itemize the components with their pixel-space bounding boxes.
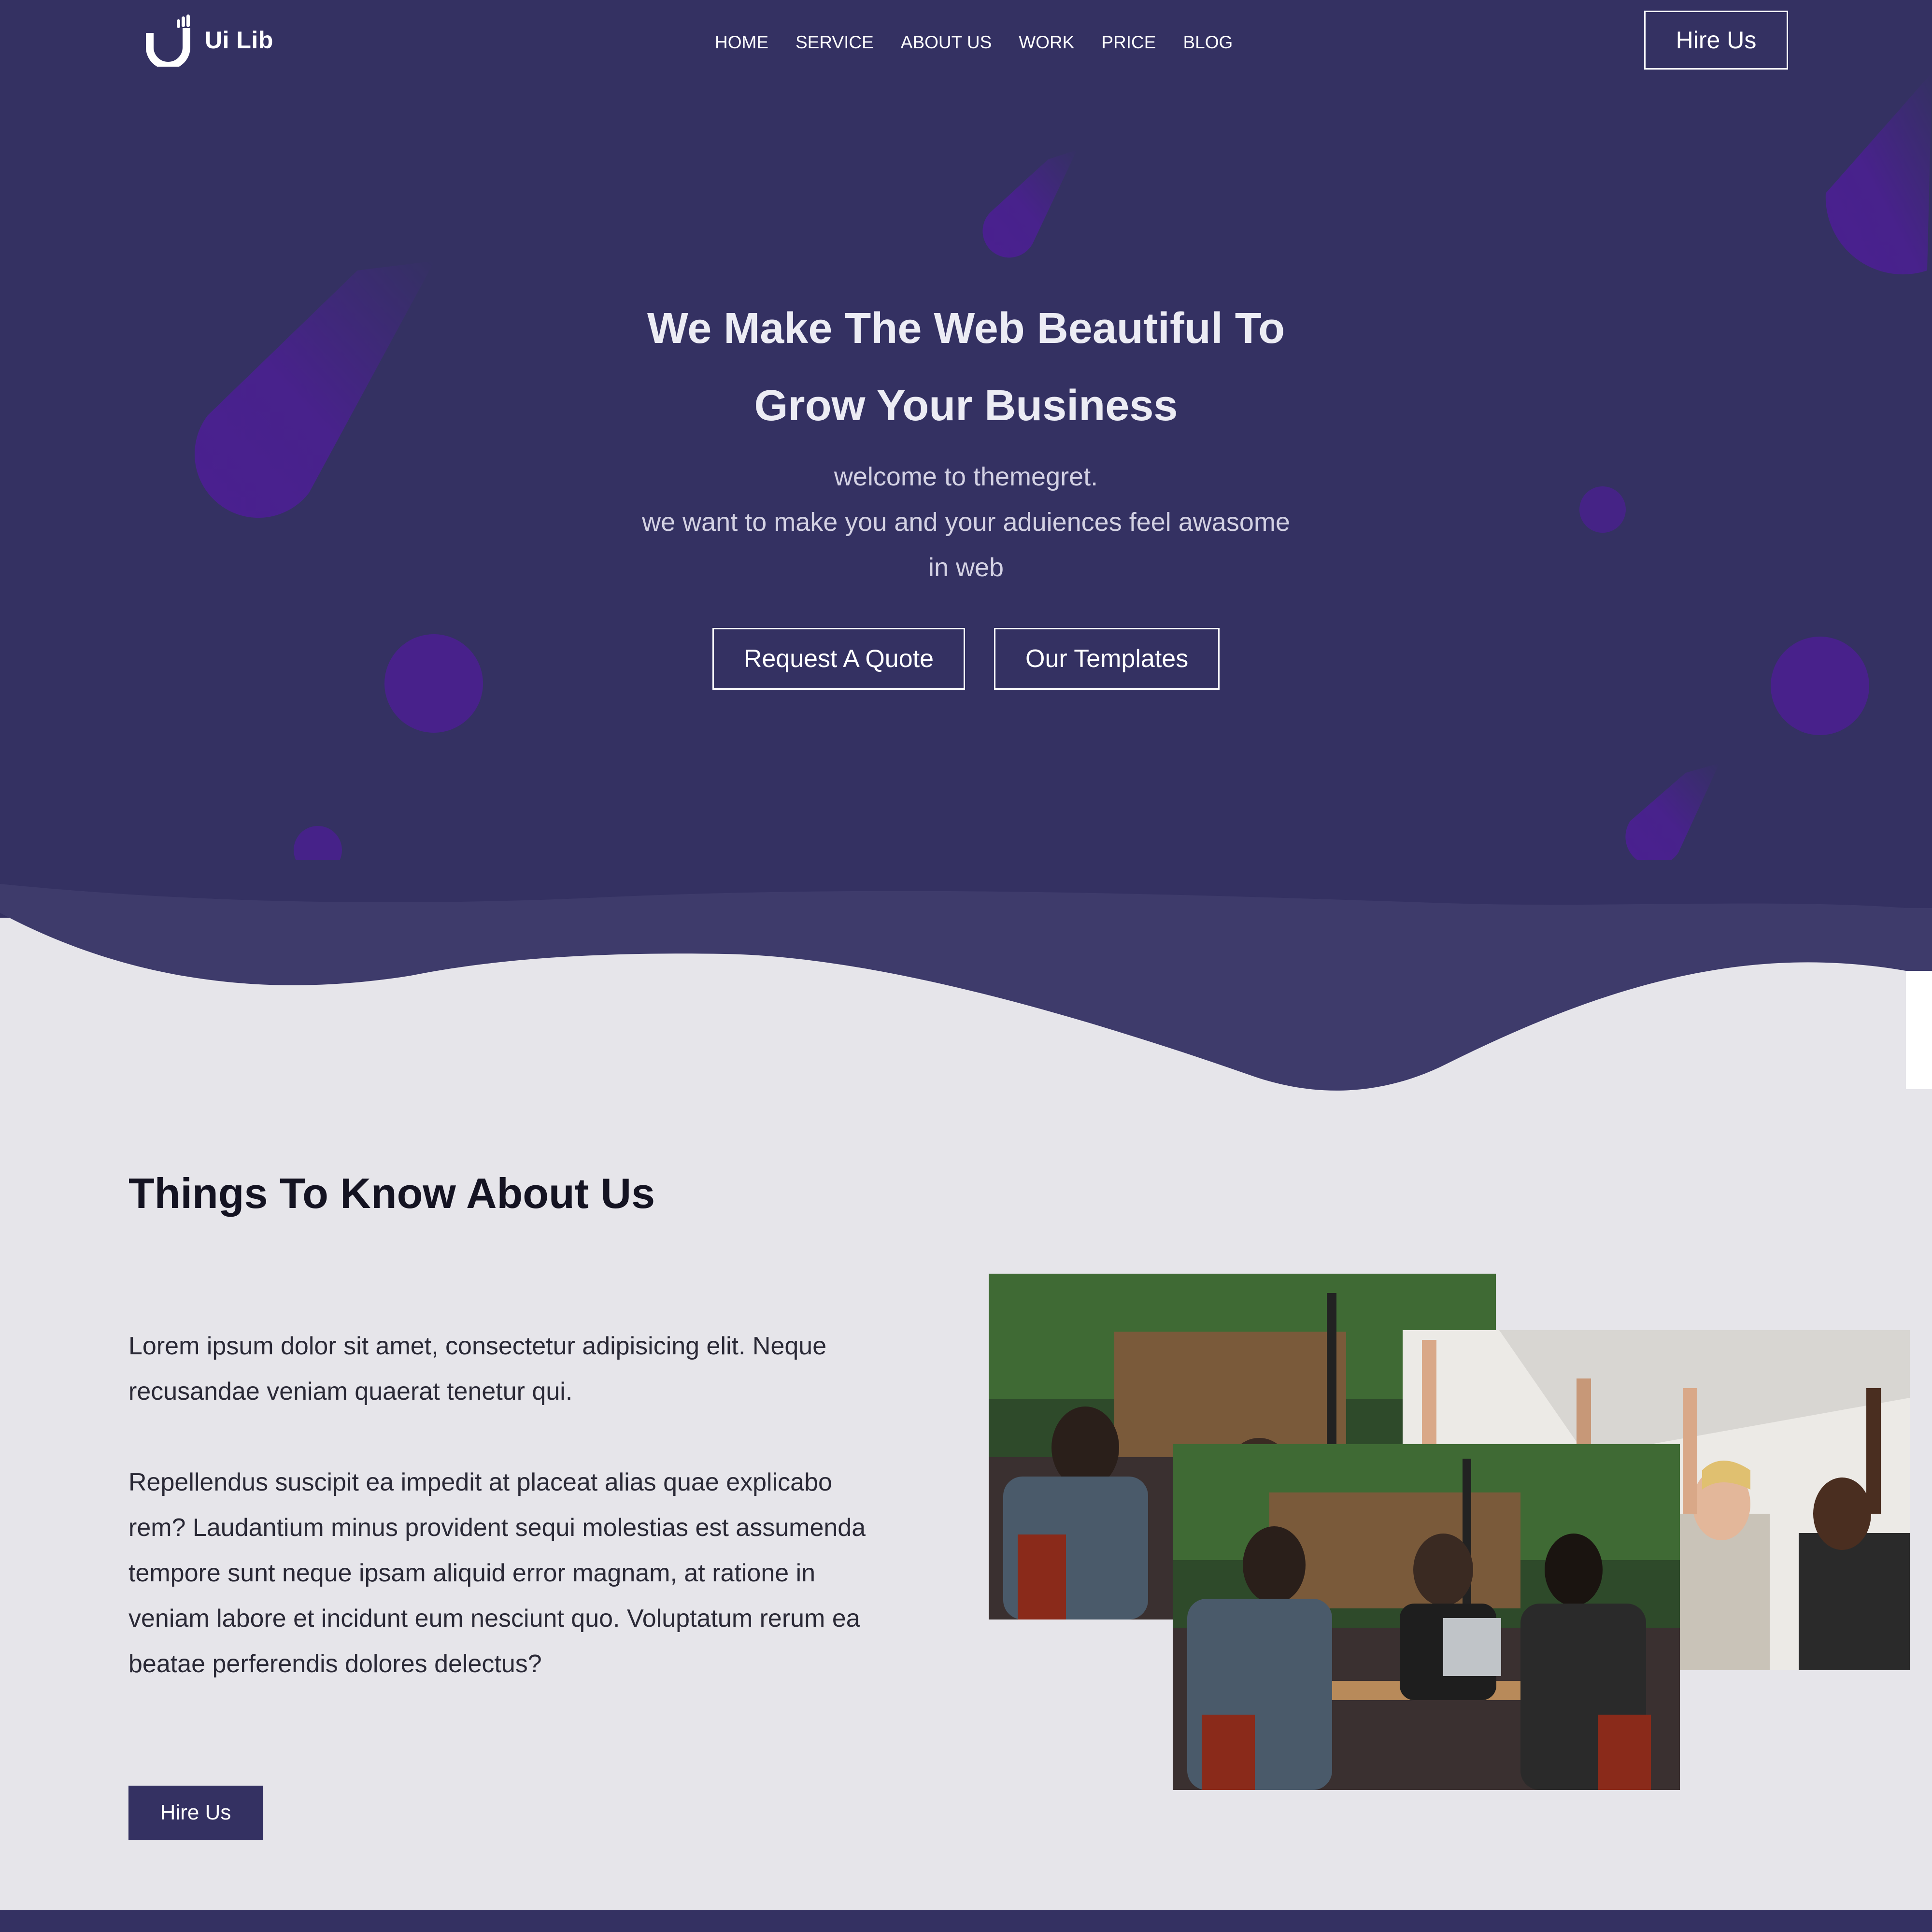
hire-us-about-button[interactable]: Hire Us [128, 1786, 263, 1840]
hero-section: Ui Lib HOME SERVICE ABOUT US WORK PRICE … [0, 0, 1932, 918]
footer-strip [0, 1910, 1932, 1932]
hero-title: We Make The Web Beautiful To Grow Your B… [531, 290, 1401, 444]
nav-item-blog[interactable]: BLOG [1183, 32, 1233, 53]
comet-top-right [1825, 72, 1932, 275]
hero-wave-divider [0, 860, 1932, 1091]
hero-button-group: Request A Quote Our Templates [0, 628, 1932, 690]
brand-logo[interactable]: Ui Lib [145, 14, 273, 67]
hero-subtitle: welcome to themegret. we want to make yo… [580, 454, 1352, 590]
hero-title-line-2: Grow Your Business [754, 382, 1178, 430]
main-menu: HOME SERVICE ABOUT US WORK PRICE BLOG [715, 28, 1233, 57]
comet-left [194, 261, 435, 518]
hero-subtitle-line-2: we want to make you and your aduiences f… [642, 508, 1290, 537]
hero-subtitle-line-1: welcome to themegret. [834, 462, 1098, 491]
hero-title-line-1: We Make The Web Beautiful To [647, 304, 1285, 353]
top-navbar: Ui Lib HOME SERVICE ABOUT US WORK PRICE … [0, 0, 1932, 87]
comet-top [982, 150, 1077, 258]
about-paragraph-2: Repellendus suscipit ea impedit at place… [128, 1468, 866, 1678]
nav-item-about-us[interactable]: ABOUT US [901, 32, 992, 53]
hire-us-nav-button[interactable]: Hire Us [1644, 11, 1788, 70]
nav-item-work[interactable]: WORK [1019, 32, 1074, 53]
our-templates-button[interactable]: Our Templates [994, 628, 1220, 690]
dot-4 [1579, 486, 1626, 533]
request-quote-button[interactable]: Request A Quote [712, 628, 965, 690]
hand-u-logo-icon [146, 14, 190, 67]
about-section-title: Things To Know About Us [128, 1169, 655, 1217]
hero-subtitle-line-3: in web [928, 553, 1004, 582]
nav-item-price[interactable]: PRICE [1101, 32, 1156, 53]
brand-name: Ui Lib [205, 27, 273, 54]
nav-item-home[interactable]: HOME [715, 32, 768, 53]
nav-item-service[interactable]: SERVICE [796, 32, 874, 53]
team-photo-front [1173, 1444, 1680, 1790]
about-paragraph-1: Lorem ipsum dolor sit amet, consectetur … [128, 1332, 827, 1406]
comet-bottom-right [1625, 763, 1719, 866]
